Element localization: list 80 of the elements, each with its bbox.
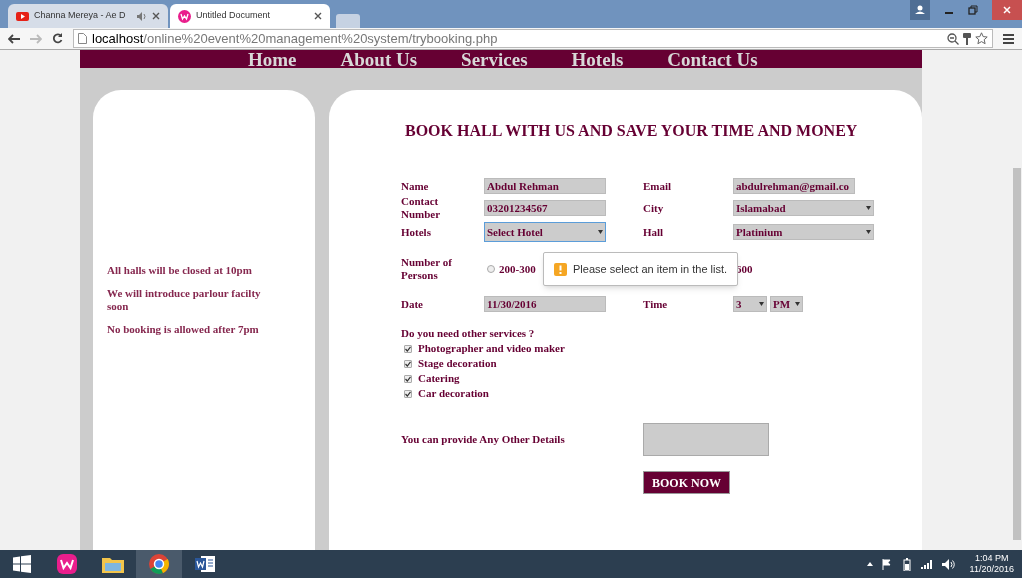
browser-tab[interactable]: Untitled Document [170, 4, 330, 28]
play-icon [16, 11, 29, 21]
nav-link[interactable]: Contact Us [667, 50, 758, 68]
select-field[interactable]: Platinium [733, 224, 874, 240]
checkbox-label: Stage decoration [418, 356, 497, 371]
question-text: Do you need other services ? [401, 326, 536, 341]
start-icon[interactable] [13, 555, 31, 573]
close-icon[interactable] [314, 12, 322, 20]
user-icon[interactable] [910, 0, 930, 20]
field-label: Hotels [401, 224, 432, 240]
flag-icon[interactable] [881, 558, 893, 570]
taskbar-button[interactable] [136, 550, 182, 578]
checkbox[interactable] [404, 374, 412, 383]
field-label: Contact Number [401, 194, 442, 222]
volume-icon[interactable] [941, 558, 955, 570]
field-label: City [643, 201, 665, 215]
reload-icon[interactable] [52, 33, 63, 44]
document-icon[interactable] [195, 555, 215, 573]
caret-icon [866, 230, 871, 234]
checkbox-label: Photographer and video maker [418, 341, 565, 356]
notice-text: We will introduce parlour facilty soon [107, 287, 262, 313]
warning-icon [554, 262, 567, 276]
select-field[interactable]: 3 [733, 296, 767, 312]
input-field[interactable]: abdulrehman@gmail.co [733, 178, 855, 194]
radio-button[interactable] [487, 265, 495, 273]
site-icon [178, 9, 191, 23]
page-icon [78, 33, 87, 44]
tab-title: Channa Mereya - Ae D [34, 9, 127, 23]
field-label: Number of Persons [401, 256, 453, 282]
nav-link[interactable]: Services [461, 50, 528, 68]
close-icon[interactable] [152, 12, 160, 20]
book-now-button[interactable]: BOOK NOW [643, 471, 730, 494]
zoom-icon[interactable] [947, 32, 959, 45]
folder-icon[interactable] [102, 555, 124, 573]
browser-icon [149, 554, 169, 574]
form-heading: BOOK HALL WITH US AND SAVE YOUR TIME AND MONEY [405, 121, 859, 141]
checkbox[interactable] [404, 389, 412, 398]
restore-icon[interactable] [968, 5, 978, 15]
notice-text: All halls will be closed at 10pm [107, 264, 253, 277]
select-field[interactable]: PM [770, 296, 803, 312]
caret-icon [795, 302, 800, 306]
browser-tab[interactable]: Channa Mereya - Ae D [8, 4, 168, 28]
scrollbar-thumb[interactable] [1013, 168, 1021, 540]
signal-icon[interactable] [920, 559, 933, 569]
select-field[interactable]: Islamabad [733, 200, 874, 216]
checkbox[interactable] [404, 344, 412, 353]
nav-link[interactable]: About Us [340, 50, 418, 68]
input-field[interactable]: 11/30/2016 [484, 296, 606, 312]
select-field[interactable]: Select Hotel [484, 222, 606, 242]
radio-label: 200-300 [499, 262, 536, 276]
address-field[interactable]: localhost/online%20event%20management%20system/trybooking.php [73, 29, 993, 48]
battery-icon[interactable] [901, 557, 912, 571]
field-label: Date [401, 297, 424, 311]
field-label: Hall [643, 225, 665, 239]
tab-title: Untitled Document [196, 9, 272, 23]
field-label: Email [643, 179, 673, 193]
input-field[interactable]: 03201234567 [484, 200, 606, 216]
caret-icon [866, 206, 871, 210]
close-window-button[interactable] [992, 0, 1022, 20]
checkbox-label: Catering [418, 371, 460, 386]
field-label: Name [401, 178, 430, 194]
star-icon[interactable] [975, 32, 988, 45]
caret-up-icon[interactable] [866, 562, 873, 566]
field-label: Time [643, 297, 669, 311]
caret-icon [598, 230, 603, 234]
taskbar-clock[interactable]: 1:04 PM 11/20/2016 [969, 553, 1014, 575]
key-icon[interactable] [963, 32, 971, 45]
checkbox-label: Car decoration [418, 386, 489, 401]
caret-icon [759, 302, 764, 306]
tooltip-text: Please select an item in the list. [573, 261, 728, 277]
back-icon[interactable] [8, 33, 20, 44]
field-label: You can provide Any Other Details [401, 432, 566, 447]
checkbox[interactable] [404, 359, 412, 368]
close-icon [1003, 6, 1011, 14]
nav-link[interactable]: Hotels [571, 50, 624, 68]
notice-text: No booking is allowed after 7pm [107, 323, 260, 336]
input-field[interactable]: Abdul Rehman [484, 178, 606, 194]
w-logo-icon[interactable] [57, 554, 77, 574]
menu-icon[interactable] [1003, 33, 1014, 44]
nav-link[interactable]: Home [248, 50, 297, 68]
